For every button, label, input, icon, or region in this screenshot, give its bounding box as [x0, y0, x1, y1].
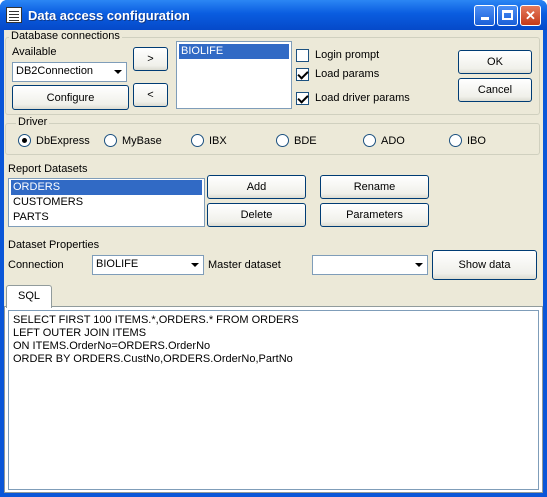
available-connection-combo[interactable]: DB2Connection — [12, 62, 127, 82]
dialog-window: Data access configuration ✕ Database con… — [0, 0, 547, 497]
driver-label-bde: BDE — [294, 135, 317, 147]
sql-line: ORDER BY ORDERS.CustNo,ORDERS.OrderNo,Pa… — [13, 353, 293, 365]
close-button[interactable]: ✕ — [520, 5, 541, 26]
login-prompt-checkbox[interactable] — [296, 49, 309, 62]
connection-value: BIOLIFE — [96, 258, 139, 270]
list-item[interactable]: CUSTOMERS — [11, 195, 202, 210]
driver-radio-dbexpress[interactable] — [18, 134, 31, 147]
tab-sql[interactable]: SQL — [6, 285, 52, 308]
driver-radio-ibo[interactable] — [449, 134, 462, 147]
load-driver-params-checkbox[interactable] — [296, 92, 309, 105]
window-title: Data access configuration — [28, 8, 190, 23]
dialog-client: Database connections Available DB2Connec… — [4, 30, 543, 493]
chevron-down-icon[interactable] — [110, 64, 125, 80]
minimize-button[interactable] — [474, 5, 495, 26]
remove-connection-button[interactable]: < — [133, 83, 168, 107]
sql-editor[interactable]: SELECT FIRST 100 ITEMS.*,ORDERS.* FROM O… — [8, 310, 539, 490]
app-icon — [6, 7, 22, 23]
load-params-checkbox[interactable] — [296, 68, 309, 81]
sql-line: ON ITEMS.OrderNo=ORDERS.OrderNo — [13, 340, 211, 352]
driver-label-ibx: IBX — [209, 135, 227, 147]
report-datasets-list[interactable]: ORDERS CUSTOMERS PARTS — [8, 178, 205, 227]
cancel-button[interactable]: Cancel — [458, 78, 532, 102]
driver-label-ibo: IBO — [467, 135, 486, 147]
load-params-label: Load params — [315, 68, 380, 80]
configure-button[interactable]: Configure — [12, 85, 129, 110]
driver-label-ado: ADO — [381, 135, 405, 147]
driver-label-mybase: MyBase — [122, 135, 162, 147]
maximize-icon — [502, 10, 513, 20]
load-driver-params-label: Load driver params — [315, 92, 410, 104]
show-data-button[interactable]: Show data — [432, 250, 537, 280]
sql-line: LEFT OUTER JOIN ITEMS — [13, 327, 147, 339]
master-dataset-label: Master dataset — [208, 259, 281, 271]
available-label: Available — [12, 46, 57, 58]
database-connections-legend: Database connections — [9, 30, 122, 42]
connection-label: Connection — [8, 259, 64, 271]
add-dataset-button[interactable]: Add — [207, 175, 306, 199]
driver-radio-ado[interactable] — [363, 134, 376, 147]
dataset-properties-label: Dataset Properties — [8, 239, 100, 251]
ok-button[interactable]: OK — [458, 50, 532, 74]
title-bar[interactable]: Data access configuration ✕ — [0, 0, 547, 30]
driver-legend: Driver — [16, 116, 50, 128]
add-connection-button[interactable]: > — [133, 47, 168, 71]
list-item[interactable]: PARTS — [11, 210, 202, 225]
driver-label-dbexpress: DbExpress — [36, 135, 90, 147]
driver-radio-ibx[interactable] — [191, 134, 204, 147]
available-connection-value: DB2Connection — [16, 65, 94, 77]
driver-radio-bde[interactable] — [276, 134, 289, 147]
parameters-button[interactable]: Parameters — [320, 203, 429, 227]
list-item[interactable]: BIOLIFE — [179, 44, 289, 59]
sql-line: SELECT FIRST 100 ITEMS.*,ORDERS.* FROM O… — [13, 314, 299, 326]
connection-combo[interactable]: BIOLIFE — [92, 255, 204, 275]
list-item[interactable]: ORDERS — [11, 180, 202, 195]
chevron-down-icon[interactable] — [411, 257, 426, 273]
selected-connections-list[interactable]: BIOLIFE — [176, 41, 292, 109]
chevron-down-icon[interactable] — [187, 257, 202, 273]
delete-dataset-button[interactable]: Delete — [207, 203, 306, 227]
minimize-icon — [480, 17, 489, 20]
rename-dataset-button[interactable]: Rename — [320, 175, 429, 199]
driver-radio-mybase[interactable] — [104, 134, 117, 147]
master-dataset-combo[interactable] — [312, 255, 428, 275]
close-icon: ✕ — [525, 8, 536, 23]
maximize-button[interactable] — [497, 5, 518, 26]
login-prompt-label: Login prompt — [315, 49, 380, 61]
report-datasets-label: Report Datasets — [8, 163, 88, 175]
